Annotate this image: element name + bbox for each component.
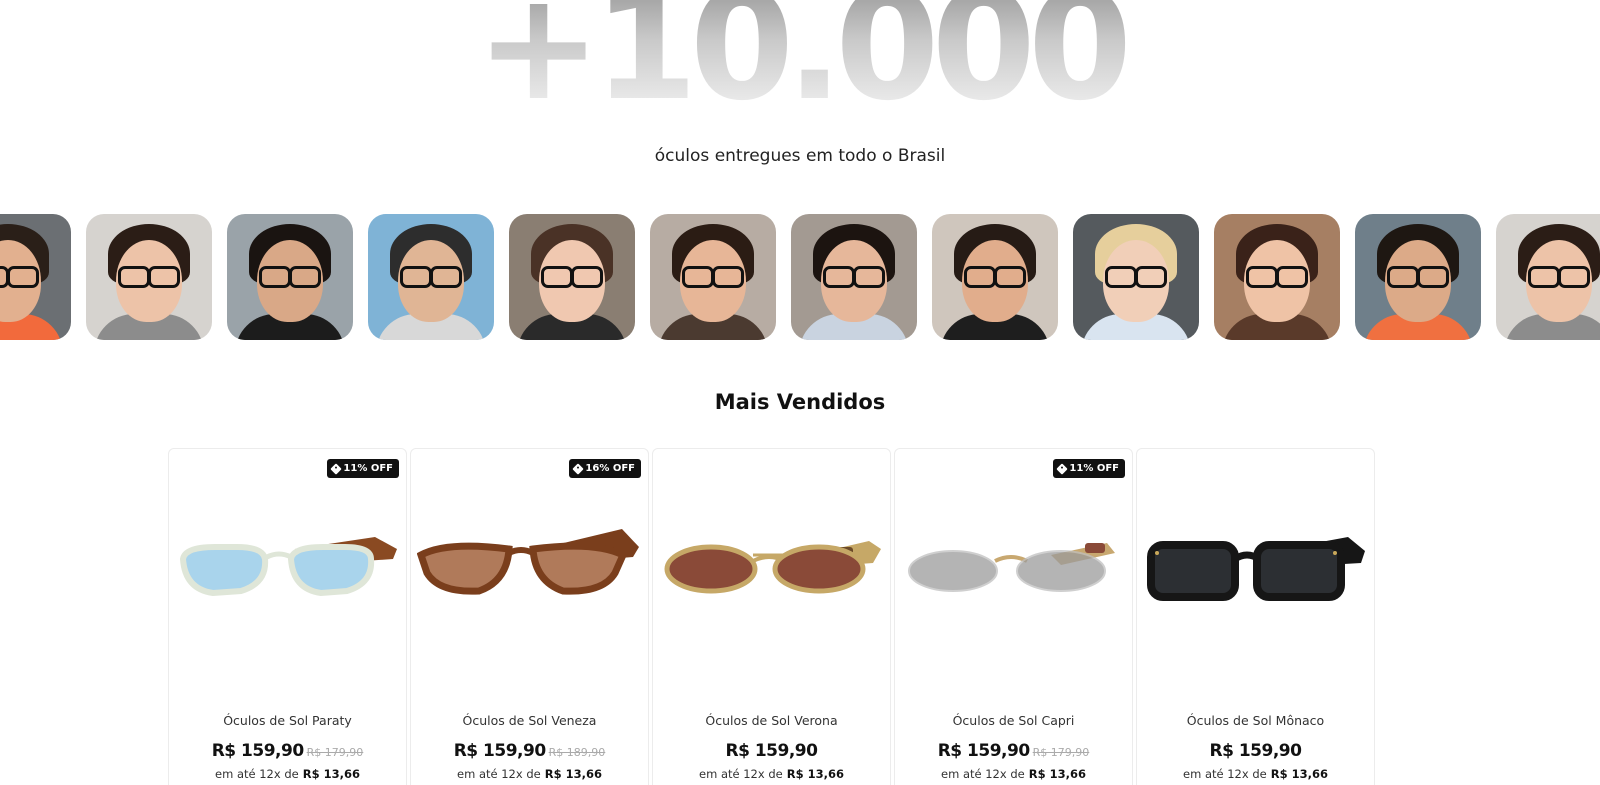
- glasses-icon: [0, 266, 39, 288]
- customer-photo[interactable]: [0, 214, 71, 340]
- discount-badge: 16% OFF: [569, 459, 641, 478]
- tag-icon: [572, 462, 585, 475]
- tag-icon: [330, 462, 343, 475]
- sunglasses-icon: [179, 537, 397, 597]
- product-price: R$ 159,90: [1209, 741, 1302, 761]
- product-card[interactable]: 11% OFF Óculos de Sol Capri R$ 159,90 R$ 1…: [894, 448, 1133, 785]
- price-row: R$ 159,90: [653, 741, 890, 761]
- installment-value: R$ 13,66: [1028, 767, 1086, 781]
- installment-value: R$ 13,66: [302, 767, 360, 781]
- customer-photo[interactable]: [1214, 214, 1340, 340]
- installment-label: em até 12x de: [457, 767, 541, 781]
- product-old-price: R$ 179,90: [1032, 746, 1090, 759]
- installment-info: em até 12x de R$ 13,66: [1137, 767, 1374, 781]
- installment-value: R$ 13,66: [1270, 767, 1328, 781]
- delivered-count-caption: óculos entregues em todo o Brasil: [654, 146, 946, 166]
- glasses-icon: [964, 266, 1026, 288]
- installment-label: em até 12x de: [215, 767, 299, 781]
- discount-badge: 11% OFF: [327, 459, 399, 478]
- product-name[interactable]: Óculos de Sol Paraty: [169, 713, 406, 728]
- product-price: R$ 159,90: [211, 741, 304, 761]
- customer-photo[interactable]: [86, 214, 212, 340]
- installment-label: em até 12x de: [941, 767, 1025, 781]
- product-price: R$ 159,90: [725, 741, 818, 761]
- installment-value: R$ 13,66: [786, 767, 844, 781]
- product-price: R$ 159,90: [453, 741, 546, 761]
- delivered-count: +10.000: [0, 0, 1600, 122]
- sunglasses-icon: [417, 529, 639, 595]
- installment-info: em até 12x de R$ 13,66: [411, 767, 648, 781]
- price-row: R$ 159,90 R$ 179,90: [169, 741, 406, 761]
- product-card[interactable]: Óculos de Sol Verona R$ 159,90 em até 12x …: [652, 448, 891, 785]
- discount-badge-label: 16% OFF: [585, 463, 635, 474]
- glasses-icon: [259, 266, 321, 288]
- customer-photo[interactable]: [227, 214, 353, 340]
- installment-info: em até 12x de R$ 13,66: [895, 767, 1132, 781]
- delivered-counter-hero: +10.000 óculos entregues em todo o Brasi…: [0, 0, 1600, 166]
- customer-photo[interactable]: [368, 214, 494, 340]
- sunglasses-icon: [908, 543, 1115, 592]
- product-name[interactable]: Óculos de Sol Mônaco: [1137, 713, 1374, 728]
- sunglasses-icon: [1147, 537, 1365, 601]
- product-card[interactable]: 11% OFF Óculos de Sol Paraty R$ 159,90 R$ …: [168, 448, 407, 785]
- price-row: R$ 159,90 R$ 189,90: [411, 741, 648, 761]
- sunglasses-icon: [664, 541, 881, 594]
- glasses-icon: [823, 266, 885, 288]
- customer-photo[interactable]: [1073, 214, 1199, 340]
- glasses-icon: [118, 266, 180, 288]
- customer-photo[interactable]: [932, 214, 1058, 340]
- glasses-icon: [1246, 266, 1308, 288]
- product-card[interactable]: Óculos de Sol Mônaco R$ 159,90 em até 12x …: [1136, 448, 1375, 785]
- best-sellers-product-grid: 11% OFF Óculos de Sol Paraty R$ 159,90 R$ …: [168, 448, 1396, 785]
- glasses-icon: [1387, 266, 1449, 288]
- installment-value: R$ 13,66: [544, 767, 602, 781]
- product-name[interactable]: Óculos de Sol Verona: [653, 713, 890, 728]
- product-name[interactable]: Óculos de Sol Veneza: [411, 713, 648, 728]
- product-card[interactable]: 16% OFF Óculos de Sol Veneza R$ 159,90 R$ …: [410, 448, 649, 785]
- installment-info: em até 12x de R$ 13,66: [169, 767, 406, 781]
- glasses-icon: [682, 266, 744, 288]
- price-row: R$ 159,90 R$ 179,90: [895, 741, 1132, 761]
- best-sellers-title: Mais Vendidos: [714, 390, 886, 414]
- customer-photo[interactable]: [1496, 214, 1600, 340]
- glasses-icon: [541, 266, 603, 288]
- customer-photo[interactable]: [650, 214, 776, 340]
- customer-photo[interactable]: [791, 214, 917, 340]
- discount-badge-label: 11% OFF: [1069, 463, 1119, 474]
- glasses-icon: [1528, 266, 1590, 288]
- discount-badge-label: 11% OFF: [343, 463, 393, 474]
- customer-photo[interactable]: [1355, 214, 1481, 340]
- installment-label: em até 12x de: [1183, 767, 1267, 781]
- glasses-icon: [400, 266, 462, 288]
- product-old-price: R$ 179,90: [306, 746, 364, 759]
- installment-label: em até 12x de: [699, 767, 783, 781]
- tag-icon: [1056, 462, 1069, 475]
- product-name[interactable]: Óculos de Sol Capri: [895, 713, 1132, 728]
- product-price: R$ 159,90: [937, 741, 1030, 761]
- price-row: R$ 159,90: [1137, 741, 1374, 761]
- glasses-icon: [1105, 266, 1167, 288]
- customer-photo-carousel[interactable]: [0, 214, 1600, 341]
- discount-badge: 11% OFF: [1053, 459, 1125, 478]
- installment-info: em até 12x de R$ 13,66: [653, 767, 890, 781]
- customer-photo[interactable]: [509, 214, 635, 340]
- product-old-price: R$ 189,90: [548, 746, 606, 759]
